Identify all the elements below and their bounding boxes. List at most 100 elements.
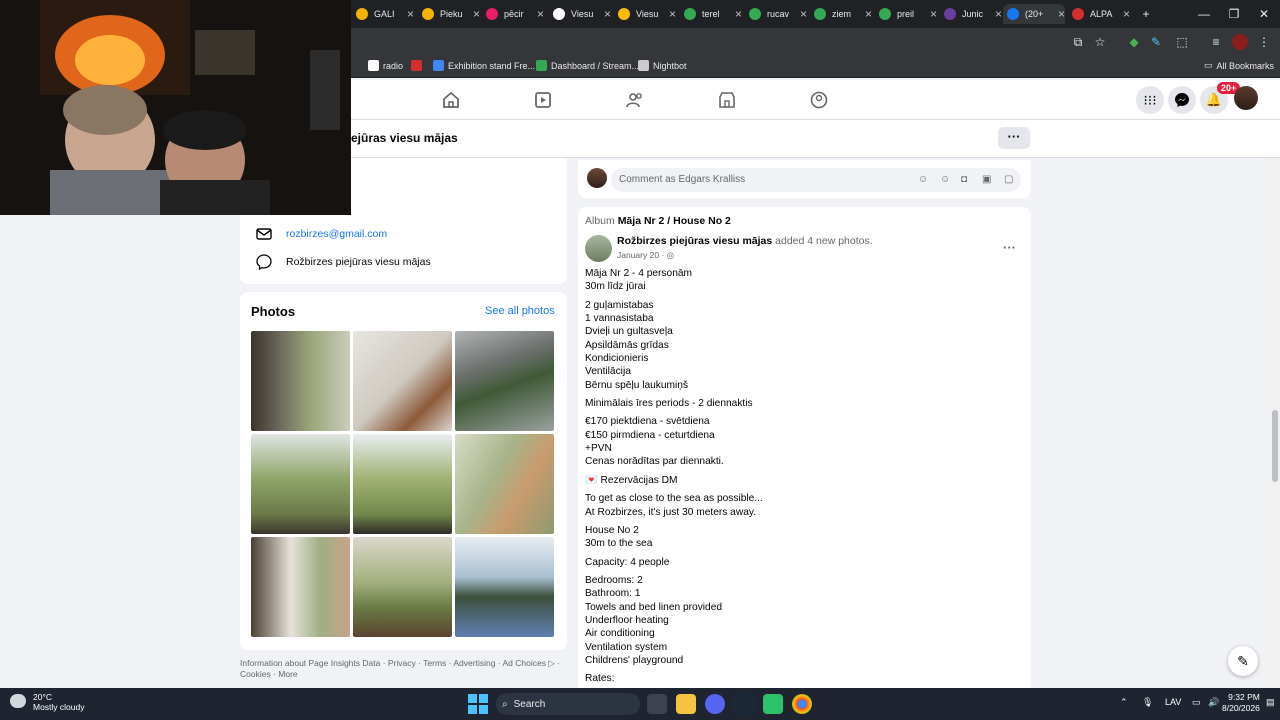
new-tab-button[interactable]: + (1130, 0, 1162, 28)
close-window-button[interactable]: ✕ (1248, 0, 1280, 28)
post-author-link[interactable]: Rožbirzes piejūras viesu mājas (617, 235, 772, 247)
tab-close-icon[interactable]: × (669, 7, 676, 21)
maximize-button[interactable]: ❐ (1218, 0, 1250, 28)
discord-icon[interactable] (705, 694, 725, 714)
bookmark-item[interactable]: Nightbot (638, 60, 687, 71)
windows-taskbar (0, 688, 1280, 720)
friends-icon[interactable] (625, 90, 645, 110)
photo-thumbnail[interactable] (353, 331, 452, 431)
browser-tab[interactable]: rucav × (745, 4, 807, 24)
bookmark-item[interactable]: Exhibition stand Fre... (433, 60, 535, 71)
menu-grid-button[interactable]: ⁝⁝⁝ (1136, 86, 1164, 114)
bookmark-item[interactable]: Dashboard / Stream... (536, 60, 639, 71)
install-icon[interactable]: ⧉ (1070, 34, 1086, 50)
video-icon[interactable] (533, 90, 553, 110)
post-paragraph: Capacity: 4 people (585, 556, 670, 568)
notification-center-icon[interactable]: ▤ (1266, 697, 1275, 708)
extension-icon[interactable]: ◆ (1126, 34, 1142, 50)
webcam-image (0, 0, 351, 215)
tab-label: Viesu (636, 9, 659, 19)
browser-tab[interactable]: Pieku × (418, 4, 480, 24)
avatar-sticker-icon[interactable]: ☺ (918, 174, 930, 186)
post-date[interactable]: January 20 · ◎ (617, 250, 674, 261)
photo-thumbnail[interactable] (251, 434, 350, 534)
messenger-button[interactable] (1168, 86, 1196, 114)
chrome-menu-icon[interactable]: ⋮ (1256, 34, 1272, 50)
browser-tab[interactable]: preil × (875, 4, 937, 24)
messenger-row: Rožbirzes piejūras viesu mājas (256, 254, 431, 270)
gif-icon[interactable]: ▣ (982, 174, 994, 186)
bookmark-item[interactable] (411, 60, 426, 71)
chrome-icon[interactable] (792, 694, 812, 714)
tab-close-icon[interactable]: × (995, 7, 1002, 21)
photo-thumbnail[interactable] (353, 434, 452, 534)
tab-close-icon[interactable]: × (1123, 7, 1130, 21)
clock-date: 8/20/2026 (1222, 703, 1260, 713)
tab-close-icon[interactable]: × (930, 7, 937, 21)
page-more-button[interactable]: ··· (998, 127, 1030, 149)
scrollbar-thumb[interactable] (1272, 410, 1278, 482)
browser-tab[interactable]: ziem × (810, 4, 872, 24)
album-name-link[interactable]: Māja Nr 2 / House No 2 (618, 215, 731, 227)
photo-thumbnail[interactable] (455, 434, 554, 534)
post-author-avatar[interactable] (585, 235, 612, 262)
bookmark-star-icon[interactable]: ☆ (1092, 34, 1108, 50)
task-view-icon[interactable] (647, 694, 667, 714)
browser-tab[interactable]: Viesu × (614, 4, 676, 24)
tab-close-icon[interactable]: × (800, 7, 807, 21)
language-indicator[interactable]: LAV (1165, 697, 1181, 707)
volume-icon[interactable]: 🔊 (1208, 697, 1219, 708)
tray-overflow-icon[interactable]: ⌃ (1120, 697, 1128, 708)
account-avatar[interactable] (1234, 86, 1258, 110)
sticker-icon[interactable]: ▢ (1004, 174, 1016, 186)
email-link[interactable]: rozbirzes@gmail.com (286, 228, 387, 240)
groups-icon[interactable] (809, 90, 829, 110)
photo-thumbnail[interactable] (455, 331, 554, 431)
new-message-button[interactable]: ✎ (1228, 646, 1258, 676)
browser-tab[interactable]: ALPA × (1068, 4, 1130, 24)
comment-input[interactable]: Comment as Edgars Kralliss (611, 168, 1021, 192)
system-clock[interactable]: 9:32 PM 8/20/2026 (1222, 692, 1260, 714)
tab-close-icon[interactable]: × (407, 7, 414, 21)
extensions-puzzle-icon[interactable]: ⬚ (1174, 34, 1190, 50)
bookmark-label: radio (383, 60, 404, 71)
browser-tab[interactable]: Viesu × (549, 4, 611, 24)
marketplace-icon[interactable] (717, 90, 737, 110)
post-options-button[interactable]: ··· (1003, 240, 1016, 255)
display-icon[interactable]: ▭ (1192, 697, 1201, 708)
translate-extension-icon[interactable]: ✎ (1148, 34, 1164, 50)
browser-tab[interactable]: terel × (680, 4, 742, 24)
photo-thumbnail[interactable] (251, 537, 350, 637)
see-all-photos-link[interactable]: See all photos (485, 305, 555, 317)
profile-avatar-icon[interactable] (1232, 34, 1248, 50)
footer-links[interactable]: Information about Page Insights Data · P… (240, 658, 570, 680)
browser-tab[interactable]: pēcir × (482, 4, 544, 24)
start-button[interactable] (468, 694, 488, 714)
minimize-button[interactable]: — (1188, 0, 1220, 28)
taskbar-search[interactable]: ⌕ Search (496, 693, 640, 715)
tab-close-icon[interactable]: × (865, 7, 872, 21)
home-icon[interactable] (441, 90, 461, 110)
tab-close-icon[interactable]: × (1058, 7, 1065, 21)
browser-tab[interactable]: (20+ × (1003, 4, 1065, 24)
tab-close-icon[interactable]: × (735, 7, 742, 21)
file-explorer-icon[interactable] (676, 694, 696, 714)
camera-icon[interactable]: ◘ (961, 174, 973, 186)
all-bookmarks-button[interactable]: ▭ All Bookmarks (1204, 60, 1274, 71)
browser-tab[interactable]: GALI × (352, 4, 414, 24)
tab-close-icon[interactable]: × (604, 7, 611, 21)
photo-thumbnail[interactable] (455, 537, 554, 637)
tab-label: preil (897, 9, 915, 19)
tab-close-icon[interactable]: × (473, 7, 480, 21)
browser-tab[interactable]: Junic × (940, 4, 1002, 24)
emoji-icon[interactable]: ☺ (940, 174, 952, 186)
weather-widget[interactable]: 20°C Mostly cloudy (33, 692, 85, 712)
app-icon[interactable] (763, 694, 783, 714)
photo-thumbnail[interactable] (353, 537, 452, 637)
microphone-icon[interactable]: 🎙 (1142, 697, 1153, 708)
bookmark-item[interactable]: radio (368, 60, 403, 71)
photo-thumbnail[interactable] (251, 331, 350, 431)
steam-icon[interactable] (734, 694, 754, 714)
tab-close-icon[interactable]: × (537, 7, 544, 21)
tab-search-icon[interactable]: ≡ (1208, 34, 1224, 50)
